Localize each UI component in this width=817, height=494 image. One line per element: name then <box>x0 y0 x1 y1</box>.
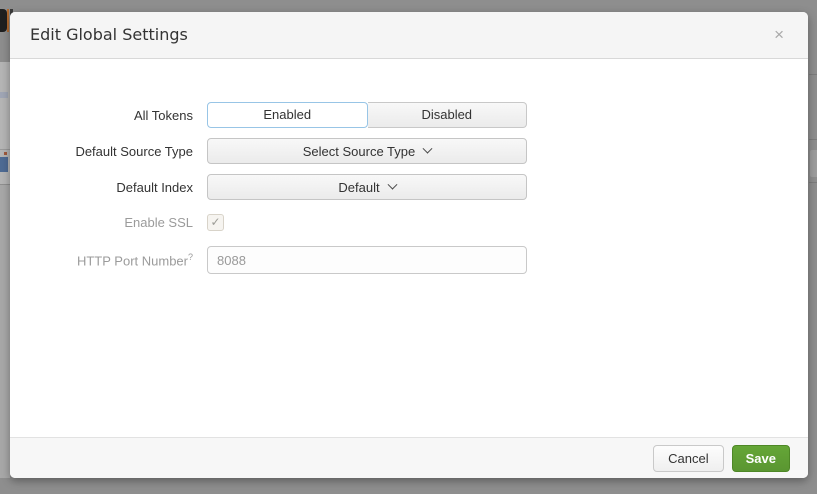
chevron-down-icon <box>423 143 433 153</box>
cancel-button[interactable]: Cancel <box>653 445 723 472</box>
help-marker: ? <box>188 252 193 262</box>
dimmed-page-heading-fragment <box>0 9 7 32</box>
close-icon[interactable]: × <box>770 12 788 58</box>
default-index-value: Default <box>338 180 379 195</box>
http-port-input <box>207 246 527 274</box>
row-default-source-type: Default Source Type Select Source Type <box>30 138 808 164</box>
save-button[interactable]: Save <box>732 445 790 472</box>
dimmed-page-row-line <box>809 74 817 75</box>
all-tokens-enabled-button[interactable]: Enabled <box>207 102 368 128</box>
row-http-port: HTTP Port Number? <box>30 246 808 274</box>
default-index-label: Default Index <box>30 180 193 195</box>
row-enable-ssl: Enable SSL ✓ <box>30 212 808 232</box>
modal-header: Edit Global Settings × <box>10 12 808 59</box>
chevron-down-icon <box>387 179 397 189</box>
default-source-type-dropdown[interactable]: Select Source Type <box>207 138 527 164</box>
all-tokens-label: All Tokens <box>30 108 193 123</box>
http-port-label: HTTP Port Number? <box>30 252 193 268</box>
all-tokens-button-group: Enabled Disabled <box>207 102 527 128</box>
row-all-tokens: All Tokens Enabled Disabled <box>30 102 808 128</box>
dimmed-page-row-line <box>809 182 817 183</box>
dimmed-page-text-fragment <box>0 157 8 172</box>
dimmed-page-text-fragment <box>0 92 8 98</box>
dimmed-page-text-fragment <box>4 152 7 155</box>
dimmed-page-heading-fragment <box>7 9 9 32</box>
dimmed-page-row-line <box>809 139 817 140</box>
dimmed-page-left-strip <box>0 185 10 478</box>
row-default-index: Default Index Default <box>30 174 808 200</box>
edit-global-settings-modal: Edit Global Settings × All Tokens Enable… <box>10 12 808 478</box>
default-source-type-label: Default Source Type <box>30 144 193 159</box>
dimmed-page-divider <box>0 149 10 150</box>
default-source-type-value: Select Source Type <box>303 144 416 159</box>
default-index-dropdown[interactable]: Default <box>207 174 527 200</box>
dimmed-page-divider <box>0 184 10 185</box>
enable-ssl-label: Enable SSL <box>30 215 193 230</box>
modal-body: All Tokens Enabled Disabled Default Sour… <box>10 59 808 437</box>
modal-title: Edit Global Settings <box>10 12 808 58</box>
enable-ssl-checkbox: ✓ <box>207 214 224 231</box>
modal-footer: Cancel Save <box>10 437 808 478</box>
dimmed-page-button-fragment <box>810 150 817 177</box>
all-tokens-disabled-button[interactable]: Disabled <box>368 102 528 128</box>
